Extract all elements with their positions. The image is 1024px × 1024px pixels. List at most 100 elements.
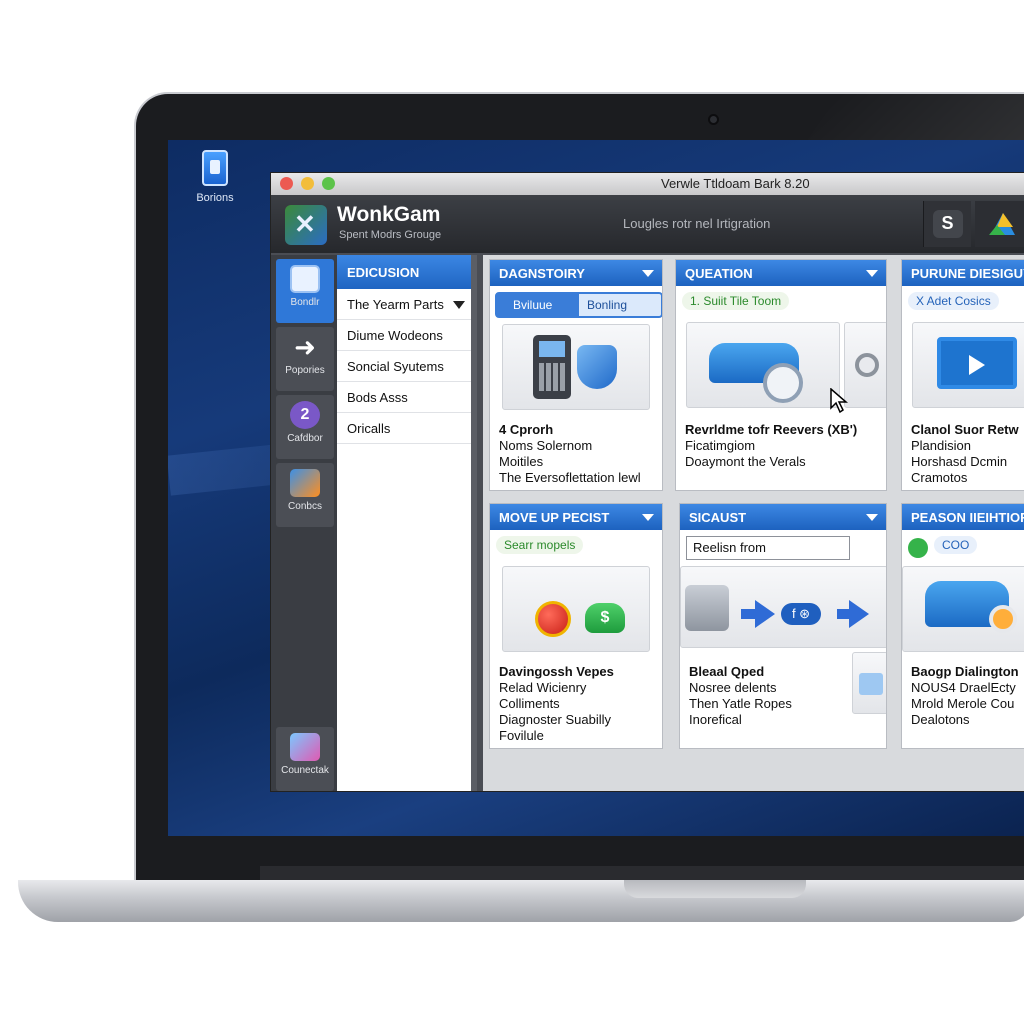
sidebar-item-counectak[interactable]: Counectak bbox=[276, 727, 334, 791]
card-text-title: Revrldme tofr Reevers (XB') bbox=[685, 422, 858, 437]
card-chip[interactable]: 1. Suiit Tile Toom bbox=[682, 292, 790, 310]
card-text-line: Diagnoster Suabilly bbox=[499, 712, 612, 727]
card-text: Baogp Dialington NOUS4 DraelEcty Mrold M… bbox=[911, 664, 1019, 728]
list-item[interactable]: The Yearm Parts bbox=[337, 289, 471, 320]
card-text-line: Doaymont the Verals bbox=[685, 454, 806, 469]
chevron-down-icon[interactable] bbox=[642, 514, 654, 521]
card-text-line: Dealotons bbox=[911, 712, 970, 727]
card-text-line: Nosree delents bbox=[689, 680, 777, 695]
header-center-text: Lougles rotr nel Irtigration bbox=[623, 216, 771, 231]
machine-icon bbox=[685, 585, 729, 631]
card-text-line: Moitiles bbox=[499, 454, 544, 469]
sidebar-item-popories[interactable]: ➜ Popories bbox=[276, 327, 334, 391]
segmented-control[interactable]: Bviluue Bonling bbox=[495, 292, 662, 318]
toggle-icon[interactable] bbox=[908, 538, 928, 558]
app-logo-icon: ✕ bbox=[285, 205, 327, 245]
list-item[interactable]: Diume Wodeons bbox=[337, 320, 471, 351]
card-title: PURUNE DIESIGUY bbox=[902, 260, 1024, 286]
desktop-shortcut[interactable]: Borions bbox=[192, 150, 238, 204]
laptop-base bbox=[18, 880, 1024, 922]
card-queation[interactable]: QUEATION 1. Suiit Tile Toom Revrldme tof… bbox=[675, 259, 887, 491]
sidebar-item-label: Bondlr bbox=[290, 297, 320, 308]
list-item-label: The Yearm Parts bbox=[347, 297, 444, 312]
card-sicaust[interactable]: SICAUST Reelisn from f ⊛ Bleaal Qped Nos… bbox=[679, 503, 887, 749]
card-illustration bbox=[912, 322, 1024, 408]
card-text-line: Horshasd Dcmin bbox=[911, 454, 1008, 469]
s-app-button-label: S bbox=[941, 213, 954, 233]
card-text-line: NOUS4 DraelEcty bbox=[911, 680, 1016, 695]
card-text-line: Mrold Merole Cou bbox=[911, 696, 1015, 711]
card-text: Revrldme tofr Reevers (XB') Ficatimgiom … bbox=[685, 422, 857, 470]
card-title-text: PEASON IIEIHTIOR bbox=[911, 510, 1024, 525]
people-icon bbox=[290, 469, 320, 497]
s-app-button[interactable]: S bbox=[923, 201, 971, 247]
gauge-icon bbox=[855, 353, 879, 377]
card-illustration bbox=[686, 322, 840, 408]
calculator-icon bbox=[533, 335, 571, 399]
card-title: PEASON IIEIHTIOR bbox=[902, 504, 1024, 530]
chevron-down-icon[interactable] bbox=[866, 514, 878, 521]
list-item[interactable]: Bods Asss bbox=[337, 382, 471, 413]
card-title: QUEATION bbox=[676, 260, 886, 286]
card-text: Davingossh Vepes Relad Wicienry Collimen… bbox=[499, 664, 614, 744]
gear-icon bbox=[989, 605, 1017, 633]
right-arrow-icon bbox=[849, 600, 869, 628]
maximize-window-button[interactable] bbox=[322, 177, 335, 190]
sidebar-item-cafdbor[interactable]: 2 Cafdbor bbox=[276, 395, 334, 459]
card-purune[interactable]: PURUNE DIESIGUY X Adet Cosics Clanol Suo… bbox=[901, 259, 1024, 491]
stage: Borions Verwle Ttldoam Bark 8.20 ✕ WonkG… bbox=[0, 0, 1024, 1024]
list-item[interactable]: Soncial Syutems bbox=[337, 351, 471, 382]
card-moveup[interactable]: MOVE UP PECIST Searr mopels $ Davingossh… bbox=[489, 503, 663, 749]
segment-left[interactable]: Bviluue bbox=[497, 294, 579, 316]
title-bar[interactable]: Verwle Ttldoam Bark 8.20 bbox=[271, 173, 1024, 195]
list-item[interactable]: Oricalls bbox=[337, 413, 471, 444]
sidebar-item-label: Popories bbox=[285, 365, 325, 376]
card-text-title: Davingossh Vepes bbox=[499, 664, 614, 679]
chevron-down-icon[interactable] bbox=[866, 270, 878, 277]
social-icon: f ⊛ bbox=[781, 603, 821, 625]
list-item-label: Diume Wodeons bbox=[347, 328, 443, 343]
card-diagnostory[interactable]: DAGNSTOIRY Bviluue Bonling 4 Cprorh Noms… bbox=[489, 259, 663, 491]
card-chip[interactable]: Searr mopels bbox=[496, 536, 584, 554]
card-title-text: DAGNSTOIRY bbox=[499, 266, 585, 281]
card-illustration bbox=[502, 324, 650, 410]
sidebar-item-conbcs[interactable]: Conbcs bbox=[276, 463, 334, 527]
card-text-title: Bleaal Qped bbox=[689, 664, 765, 679]
card-peason[interactable]: PEASON IIEIHTIOR COO Baogp Dialington NO… bbox=[901, 503, 1024, 749]
search-input[interactable]: Reelisn from bbox=[686, 536, 850, 560]
card-text: Bleaal Qped Nosree delents Then Yatle Ro… bbox=[689, 664, 792, 728]
close-window-button[interactable] bbox=[280, 177, 293, 190]
sidebar-item-bondlr[interactable]: Bondlr bbox=[276, 259, 334, 323]
card-text-title: Baogp Dialington bbox=[911, 664, 1019, 679]
drive-app-button[interactable] bbox=[975, 201, 1024, 247]
card-text-line: Inorefical bbox=[689, 712, 742, 727]
card-title-text: SICAUST bbox=[689, 510, 747, 525]
segment-right[interactable]: Bonling bbox=[587, 298, 627, 312]
card-title: SICAUST bbox=[680, 504, 886, 530]
card-title-text: MOVE UP PECIST bbox=[499, 510, 610, 525]
card-illustration-side bbox=[844, 322, 886, 408]
document-icon bbox=[290, 265, 320, 293]
card-text: 4 Cprorh Noms Solernom Moitiles The Ever… bbox=[499, 422, 641, 486]
wheel-icon bbox=[763, 363, 803, 403]
printer-icon bbox=[859, 673, 883, 695]
chevron-down-icon[interactable] bbox=[642, 270, 654, 277]
card-illustration-side bbox=[852, 652, 886, 714]
video-monitor-icon bbox=[937, 337, 1017, 389]
desktop-shortcut-label: Borions bbox=[196, 192, 234, 204]
arrow-tail bbox=[837, 609, 849, 619]
card-illustration: $ bbox=[502, 566, 650, 652]
card-chip[interactable]: X Adet Cosics bbox=[908, 292, 999, 310]
card-chip[interactable]: COO bbox=[934, 536, 978, 554]
panel-list: EDICUSION The Yearm Parts Diume Wodeons … bbox=[337, 255, 477, 791]
record-icon bbox=[535, 601, 571, 637]
app-header: ✕ WonkGam Spent Modrs Grouge Lougles rot… bbox=[271, 195, 1024, 253]
folder-icon bbox=[290, 733, 320, 761]
minimize-window-button[interactable] bbox=[301, 177, 314, 190]
shield-icon bbox=[577, 345, 617, 389]
chevron-down-icon[interactable] bbox=[453, 301, 465, 309]
card-text-line: Then Yatle Ropes bbox=[689, 696, 792, 711]
drive-icon-green bbox=[989, 225, 1005, 235]
laptop-hinge bbox=[260, 866, 1024, 880]
card-illustration bbox=[902, 566, 1024, 652]
